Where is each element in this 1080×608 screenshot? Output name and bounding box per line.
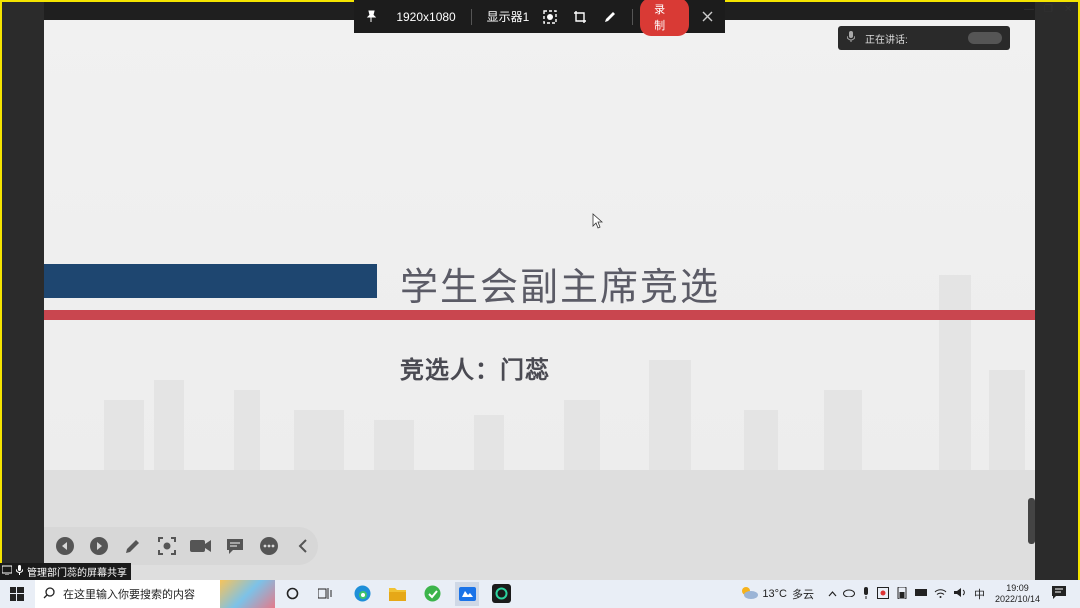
edge-browser-icon[interactable] <box>354 585 371 607</box>
clock-time: 19:09 <box>1006 583 1029 593</box>
presentation-controls <box>44 527 318 565</box>
divider-line <box>44 310 1035 320</box>
minimize-icon[interactable]: — <box>1024 4 1034 15</box>
search-placeholder: 在这里输入你要搜索的内容 <box>63 589 195 601</box>
screen-share-toolbar: 1920x1080 显示器1 录制 <box>354 0 725 36</box>
slide-subtitle: 竞选人：门蕊 <box>400 357 550 384</box>
task-view-icon[interactable] <box>317 587 332 605</box>
mouse-cursor-icon <box>592 213 604 234</box>
update-tray-icon[interactable] <box>876 586 889 602</box>
taskbar-search-box[interactable]: 在这里输入你要搜索的内容 <box>35 580 275 608</box>
right-margin <box>1035 2 1078 580</box>
file-explorer-icon[interactable] <box>389 586 406 606</box>
speaking-label: 正在讲话: <box>865 34 908 46</box>
presentation-slide: 学生会副主席竞选 竞选人：门蕊 <box>44 20 1035 580</box>
device-tray-icon[interactable] <box>914 588 927 601</box>
show-hidden-icons-chevron-icon[interactable] <box>828 588 837 600</box>
wifi-icon[interactable] <box>934 588 947 601</box>
display-selector[interactable]: 显示器1 <box>480 0 535 33</box>
window-close-icon[interactable]: ✕ <box>1064 4 1072 15</box>
collapse-chevron-icon[interactable] <box>290 533 316 559</box>
mic-icon <box>15 565 24 578</box>
next-slide-icon[interactable] <box>86 533 112 559</box>
weather-condition[interactable]: 多云 <box>792 586 814 602</box>
pen-icon[interactable] <box>595 0 625 33</box>
cloud-tray-icon[interactable] <box>842 588 855 600</box>
windows-start-icon[interactable] <box>10 587 24 606</box>
chat-icon[interactable] <box>222 533 248 559</box>
input-method-indicator[interactable]: 中 <box>974 586 985 602</box>
camera-icon[interactable] <box>188 533 214 559</box>
restore-icon[interactable]: ❐ <box>1044 4 1053 15</box>
microphone-tray-icon[interactable] <box>862 586 870 602</box>
side-panel-handle[interactable] <box>1028 498 1035 544</box>
share-icon <box>1 565 13 578</box>
app-green-icon[interactable] <box>424 585 441 607</box>
pin-icon[interactable] <box>354 0 390 33</box>
weather-temperature[interactable]: 13°C <box>762 588 787 600</box>
crop-icon[interactable] <box>565 0 595 33</box>
focus-icon[interactable] <box>154 533 180 559</box>
screen-share-tag: 管理部门蕊的屏幕共享 <box>0 563 131 580</box>
system-tray: 13°C 多云 中 19:09 2022/10/14 <box>740 580 1080 608</box>
clock[interactable]: 19:09 2022/10/14 <box>995 583 1040 605</box>
app-dark-icon[interactable] <box>492 584 511 608</box>
left-margin <box>2 2 44 580</box>
more-icon[interactable] <box>256 533 282 559</box>
slide-title: 学生会副主席竞选 <box>400 265 721 309</box>
speaker-avatar <box>968 32 1002 44</box>
battery-tray-icon[interactable] <box>896 586 908 602</box>
search-highlight-image <box>220 580 275 608</box>
previous-slide-icon[interactable] <box>52 533 78 559</box>
windows-taskbar: 在这里输入你要搜索的内容 13°C 多云 中 19:09 2022/10/14 <box>0 580 1080 608</box>
speaking-indicator: 正在讲话: <box>838 26 1010 50</box>
notification-center-icon[interactable] <box>1052 586 1066 602</box>
pen-tool-icon[interactable] <box>120 533 146 559</box>
cortana-icon[interactable] <box>286 587 299 605</box>
record-button[interactable]: 录制 <box>640 0 690 36</box>
screenshot-icon[interactable] <box>536 0 566 33</box>
meeting-app-icon[interactable] <box>455 582 479 606</box>
search-icon <box>43 586 55 602</box>
close-icon[interactable] <box>689 0 725 33</box>
clock-date: 2022/10/14 <box>994 594 1040 604</box>
share-label: 管理部门蕊的屏幕共享 <box>27 568 127 579</box>
resolution-label: 1920x1080 <box>396 9 456 24</box>
microphone-icon <box>846 31 856 45</box>
volume-icon[interactable] <box>953 587 967 601</box>
title-accent-bar <box>44 264 377 298</box>
weather-icon[interactable] <box>740 586 759 603</box>
